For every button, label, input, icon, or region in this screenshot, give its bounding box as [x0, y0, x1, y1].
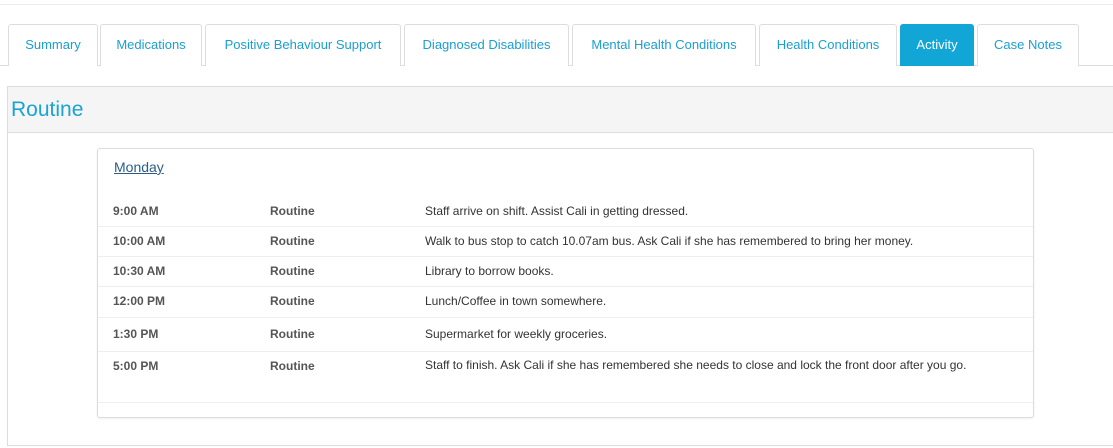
row-time: 1:30 PM — [113, 327, 159, 341]
day-link-monday[interactable]: Monday — [114, 159, 164, 175]
row-type: Routine — [270, 327, 315, 341]
row-time: 9:00 AM — [113, 204, 159, 218]
panel-heading: Routine — [8, 87, 1113, 133]
schedule-card: Monday 9:00 AM Routine Staff arrive on s… — [97, 148, 1034, 418]
row-type: Routine — [270, 294, 315, 308]
row-type: Routine — [270, 234, 315, 248]
table-row: 1:30 PM Routine Supermarket for weekly g… — [98, 318, 1033, 352]
row-description: Library to borrow books. — [425, 264, 554, 278]
row-time: 10:30 AM — [113, 264, 166, 278]
tab-health-conditions[interactable]: Health Conditions — [759, 24, 897, 66]
table-row: 12:00 PM Routine Lunch/Coffee in town so… — [98, 287, 1033, 318]
tab-summary[interactable]: Summary — [8, 24, 98, 66]
tab-case-notes[interactable]: Case Notes — [977, 24, 1079, 66]
row-time: 10:00 AM — [113, 234, 166, 248]
row-description: Walk to bus stop to catch 10.07am bus. A… — [425, 234, 914, 248]
row-description: Staff arrive on shift. Assist Cali in ge… — [425, 204, 689, 218]
table-row: 5:00 PM Routine Staff to finish. Ask Cal… — [98, 352, 1033, 403]
row-type: Routine — [270, 264, 315, 278]
row-time: 12:00 PM — [113, 294, 166, 308]
tab-positive-behaviour-support[interactable]: Positive Behaviour Support — [205, 24, 401, 66]
row-type: Routine — [270, 359, 315, 373]
row-description: Supermarket for weekly groceries. — [425, 327, 608, 341]
routine-panel: Routine Monday 9:00 AM Routine Staff arr… — [7, 86, 1113, 446]
table-row: 10:00 AM Routine Walk to bus stop to cat… — [98, 227, 1033, 257]
tab-bar: Summary Medications Positive Behaviour S… — [0, 24, 1113, 66]
tab-diagnosed-disabilities[interactable]: Diagnosed Disabilities — [404, 24, 569, 66]
table-row: 10:30 AM Routine Library to borrow books… — [98, 257, 1033, 287]
row-time: 5:00 PM — [113, 359, 159, 373]
tab-activity[interactable]: Activity — [900, 24, 974, 66]
row-description: Lunch/Coffee in town somewhere. — [425, 294, 607, 308]
top-divider — [0, 4, 1113, 5]
panel-title: Routine — [11, 98, 84, 121]
table-row: 9:00 AM Routine Staff arrive on shift. A… — [98, 197, 1033, 227]
row-type: Routine — [270, 204, 315, 218]
tab-medications[interactable]: Medications — [100, 24, 202, 66]
tab-mental-health-conditions[interactable]: Mental Health Conditions — [572, 24, 756, 66]
row-description: Staff to finish. Ask Cali if she has rem… — [425, 358, 967, 372]
